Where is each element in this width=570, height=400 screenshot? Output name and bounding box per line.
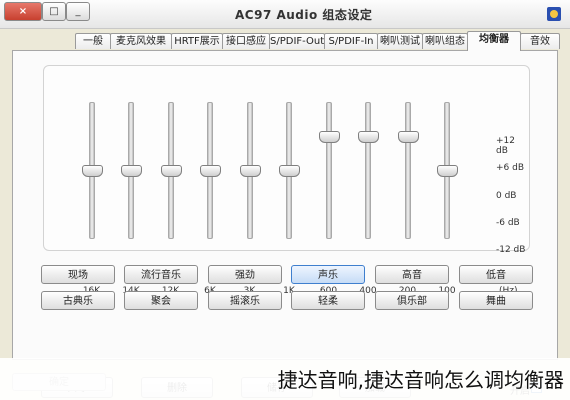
slider-thumb[interactable] bbox=[358, 130, 379, 143]
preset-button[interactable]: 强劲 bbox=[208, 265, 282, 284]
slider-thumb[interactable] bbox=[239, 164, 261, 177]
slider-thumb[interactable] bbox=[81, 164, 103, 177]
caption-overlay: 捷达音响,捷达音响怎么调均衡器 bbox=[0, 358, 570, 400]
audio-app-icon bbox=[547, 7, 561, 21]
settings-window: × □ _ AC97 Audio 组态设定 音效 均衡器 喇叭组态 喇叭测试 S/PDI… bbox=[0, 0, 570, 400]
tab-0[interactable]: 音效 bbox=[520, 33, 560, 49]
slider-thumb[interactable] bbox=[121, 164, 142, 177]
preset-button[interactable]: 古典乐 bbox=[41, 291, 115, 310]
preset-button[interactable]: 现场 bbox=[41, 265, 115, 284]
slider-thumb[interactable] bbox=[437, 164, 458, 177]
preset-button[interactable]: 聚会 bbox=[124, 291, 198, 310]
slider-track[interactable] bbox=[404, 102, 411, 239]
tab-9[interactable]: 一般 bbox=[75, 33, 111, 49]
preset-button[interactable]: 俱乐部 bbox=[375, 291, 449, 310]
db-scale-label: -12 dB bbox=[496, 245, 526, 255]
db-scale-label: 0 dB bbox=[496, 191, 517, 201]
eq-band-100: 100 bbox=[432, 86, 462, 296]
tab-4[interactable]: S/PDIF-In bbox=[324, 33, 378, 49]
slider-thumb[interactable] bbox=[397, 130, 419, 143]
equalizer-panel: (Hz) 1002004006001K3K6K12K14K16K+12 dB+6… bbox=[12, 50, 558, 398]
preset-button[interactable]: 舞曲 bbox=[459, 291, 533, 310]
eq-band-14K: 14K bbox=[116, 86, 146, 296]
tab-strip: 音效 均衡器 喇叭组态 喇叭测试 S/PDIF-In S/PDIF-Out 接口感应 HRTF… bbox=[12, 31, 560, 51]
window-title: AC97 Audio 组态设定 bbox=[235, 8, 373, 22]
close-button[interactable]: × bbox=[4, 2, 42, 21]
db-scale-label: +12 dB bbox=[496, 136, 515, 156]
slider-track[interactable] bbox=[365, 102, 371, 239]
eq-band-1K: 1K bbox=[274, 86, 304, 296]
eq-band-200: 200 bbox=[393, 86, 423, 296]
preset-button[interactable]: 轻柔 bbox=[291, 291, 365, 310]
tab-8[interactable]: 麦克风效果 bbox=[110, 33, 172, 49]
eq-band-3K: 3K bbox=[235, 86, 265, 296]
tab-5[interactable]: S/PDIF-Out bbox=[269, 33, 325, 49]
caption-text: 捷达音响,捷达音响怎么调均衡器 bbox=[277, 368, 564, 392]
db-scale-label: +6 dB bbox=[496, 163, 525, 173]
tab-1[interactable]: 均衡器 bbox=[467, 31, 521, 51]
minimize-button[interactable]: _ bbox=[66, 2, 90, 21]
eq-band-16K: 16K bbox=[77, 86, 107, 296]
eq-band-12K: 12K bbox=[156, 86, 186, 296]
preset-button[interactable]: 低音 bbox=[459, 265, 533, 284]
preset-button[interactable]: 流行音乐 bbox=[124, 265, 198, 284]
slider-track[interactable] bbox=[325, 102, 332, 239]
preset-button[interactable]: 摇滚乐 bbox=[208, 291, 282, 310]
tab-3[interactable]: 喇叭测试 bbox=[377, 33, 423, 49]
title-bar: × □ _ AC97 Audio 组态设定 bbox=[0, 0, 570, 29]
equalizer-frame: (Hz) 1002004006001K3K6K12K14K16K+12 dB+6… bbox=[43, 65, 530, 296]
tab-2[interactable]: 喇叭组态 bbox=[422, 33, 468, 49]
slider-thumb[interactable] bbox=[200, 164, 221, 177]
tab-7[interactable]: HRTF展示 bbox=[171, 33, 223, 49]
slider-thumb[interactable] bbox=[160, 164, 182, 177]
tab-6[interactable]: 接口感应 bbox=[222, 33, 270, 49]
eq-band-400: 400 bbox=[353, 86, 383, 296]
eq-band-6K: 6K bbox=[195, 86, 225, 296]
eq-band-600: 600 bbox=[314, 86, 344, 296]
preset-button[interactable]: 高音 bbox=[375, 265, 449, 284]
preset-button[interactable]: 声乐 bbox=[291, 265, 365, 284]
slider-thumb[interactable] bbox=[318, 130, 340, 143]
slider-thumb[interactable] bbox=[279, 164, 300, 177]
db-scale-label: -6 dB bbox=[496, 218, 520, 228]
maximize-button[interactable]: □ bbox=[42, 2, 66, 21]
